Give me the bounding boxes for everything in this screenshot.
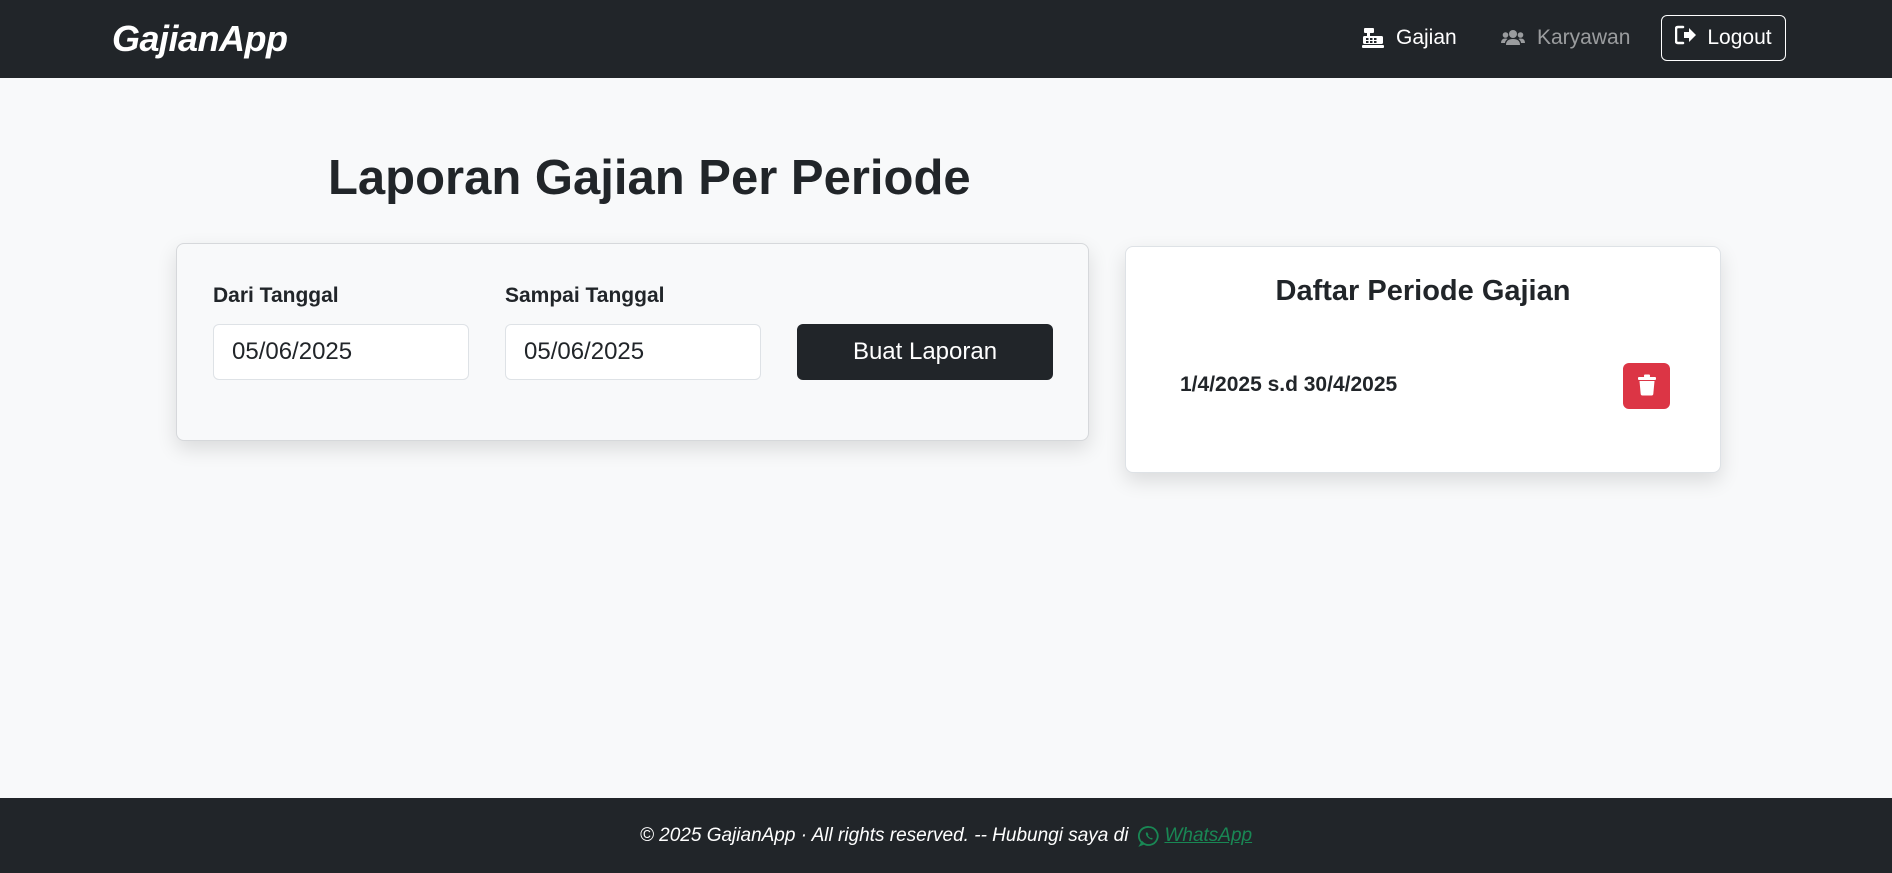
page-title: Laporan Gajian Per Periode (328, 151, 971, 205)
period-list-card: Daftar Periode Gajian 1/4/2025 s.d 30/4/… (1125, 246, 1721, 473)
create-report-button[interactable]: Buat Laporan (797, 324, 1053, 380)
logout-button[interactable]: Logout (1661, 15, 1786, 61)
logout-label: Logout (1707, 26, 1772, 49)
from-date-label: Dari Tanggal (213, 284, 339, 307)
whatsapp-label: WhatsApp (1164, 824, 1253, 846)
brand-logo[interactable]: GajianApp (112, 18, 288, 60)
cash-register-icon (1362, 27, 1384, 49)
list-item: 1/4/2025 s.d 30/4/2025 (1180, 363, 1670, 409)
nav-item-gajian[interactable]: Gajian (1362, 23, 1457, 53)
footer: © 2025 GajianApp · All rights reserved. … (0, 798, 1892, 873)
nav-item-karyawan-label: Karyawan (1537, 26, 1631, 49)
report-form-card: Dari Tanggal Sampai Tanggal Buat Laporan (176, 243, 1089, 441)
trash-icon (1637, 374, 1657, 399)
whatsapp-icon (1138, 825, 1160, 847)
period-label: 1/4/2025 s.d 30/4/2025 (1180, 373, 1398, 396)
to-date-input[interactable] (505, 324, 761, 380)
sign-out-icon (1675, 25, 1697, 51)
from-date-input[interactable] (213, 324, 469, 380)
whatsapp-link[interactable]: WhatsApp (1138, 825, 1252, 847)
users-icon (1501, 28, 1525, 48)
delete-period-button[interactable] (1623, 363, 1670, 409)
footer-text: © 2025 GajianApp · All rights reserved. … (639, 824, 1129, 846)
nav-item-gajian-label: Gajian (1396, 26, 1457, 49)
to-date-label: Sampai Tanggal (505, 284, 665, 307)
navbar: GajianApp Gajian Karyawan Logout (0, 0, 1892, 78)
period-list-title: Daftar Periode Gajian (1275, 275, 1571, 307)
nav-item-karyawan[interactable]: Karyawan (1501, 23, 1630, 53)
